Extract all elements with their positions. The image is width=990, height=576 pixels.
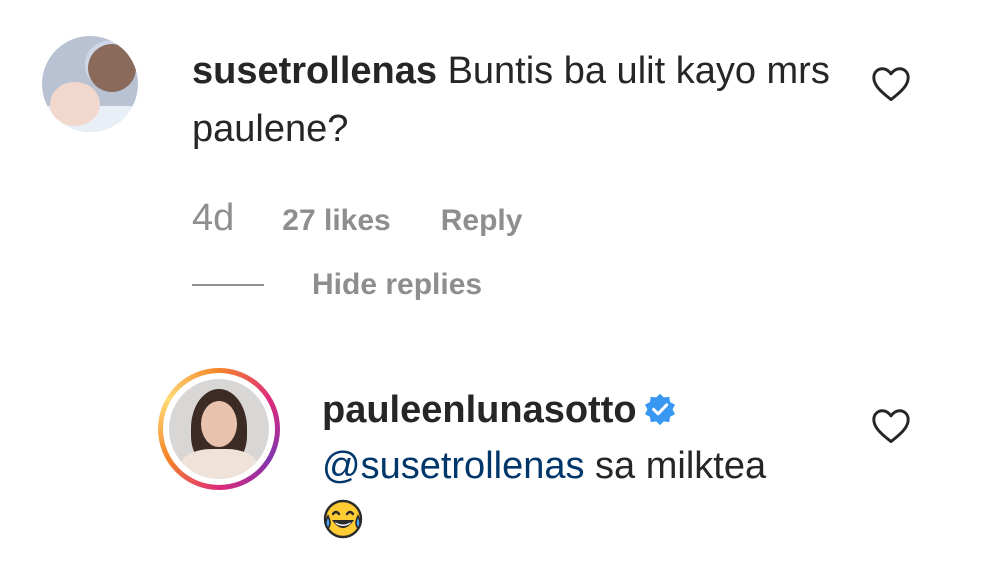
comment-username[interactable]: susetrollenas <box>192 50 437 92</box>
avatar-photo-detail <box>181 449 257 479</box>
replier-avatar <box>169 379 269 479</box>
comment-meta: 4d 27 likes Reply <box>192 197 522 240</box>
like-heart-icon[interactable] <box>871 408 911 444</box>
like-heart-icon[interactable] <box>871 66 911 102</box>
mention-link[interactable]: @susetrollenas <box>322 445 584 487</box>
story-ring[interactable] <box>158 368 280 490</box>
reply-body: pauleenlunasotto @susetrollenas sa milkt… <box>322 382 842 550</box>
avatar-photo-detail <box>88 44 136 92</box>
avatar-photo-detail <box>201 401 237 447</box>
comment-item: susetrollenas Buntis ba ulit kayo mrs pa… <box>0 0 990 340</box>
verified-badge-icon <box>644 393 675 426</box>
comment-timestamp[interactable]: 4d <box>192 197 234 240</box>
likes-count[interactable]: 27 likes <box>282 204 390 238</box>
avatar-photo-detail <box>50 82 100 126</box>
reply-button[interactable]: Reply <box>441 204 523 238</box>
reply-username[interactable]: pauleenlunasotto <box>322 389 637 431</box>
divider-line <box>192 284 264 286</box>
commenter-avatar[interactable] <box>42 36 138 132</box>
reply-text: sa milktea <box>584 445 767 487</box>
hide-replies-button[interactable]: Hide replies <box>192 268 482 302</box>
hide-replies-label: Hide replies <box>312 268 483 301</box>
comment-body: susetrollenas Buntis ba ulit kayo mrs pa… <box>192 42 832 158</box>
tears-of-joy-emoji-icon <box>323 499 363 539</box>
